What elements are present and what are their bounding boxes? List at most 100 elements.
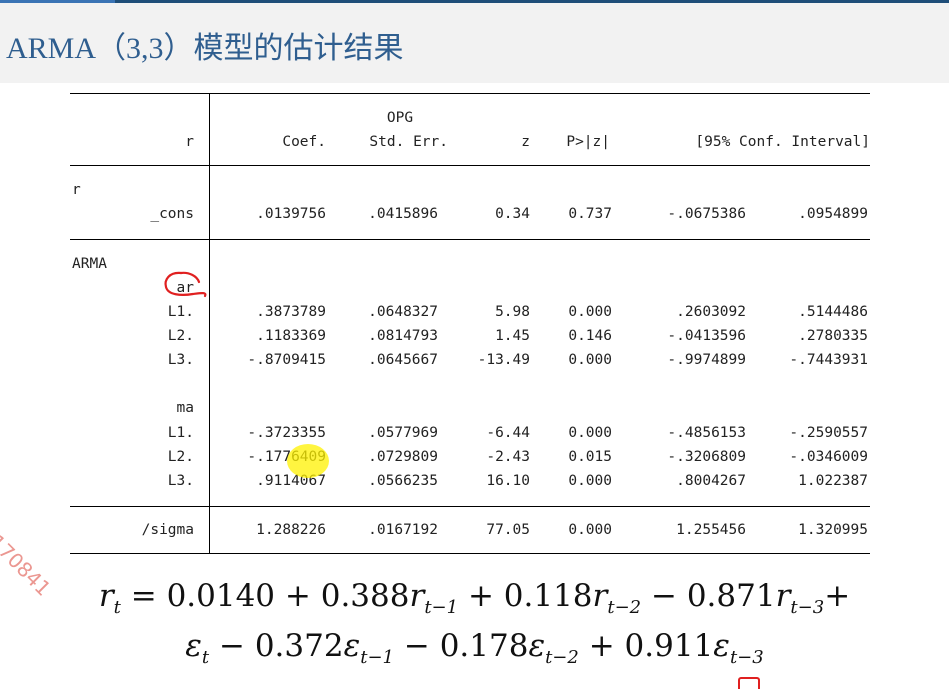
header-rule — [70, 165, 870, 166]
equation-line-2: εt − 0.372εt−1 − 0.178εt−2 + 0.911εt−3 — [185, 628, 764, 668]
eq-var: r — [775, 578, 791, 614]
std-err-value: .0566235 — [368, 473, 438, 489]
eq-ma1-coef: 0.372 — [254, 628, 344, 664]
z-value: 77.05 — [486, 522, 530, 538]
std-err-value: .0648327 — [368, 304, 438, 320]
eq-sub: t−2 — [607, 597, 642, 618]
ci-high-value: .0954899 — [798, 206, 868, 222]
std-err-value: .0814793 — [368, 328, 438, 344]
std-err-value: .0577969 — [368, 425, 438, 441]
sigma-rule — [70, 506, 870, 507]
eq-sub: t−1 — [424, 597, 459, 618]
ci-low-value: .8004267 — [676, 473, 746, 489]
title-band: ARMA（3,3）模型的估计结果 — [0, 3, 949, 83]
eq-ma2-coef: 0.178 — [439, 628, 529, 664]
eq-ar2-coef: 0.118 — [503, 578, 593, 614]
eq-sub: t−1 — [360, 647, 394, 668]
z-value: 1.45 — [495, 328, 530, 344]
corner-annotation-mark — [738, 677, 760, 689]
coef-value: .1183369 — [256, 328, 326, 344]
std-err-value: .0645667 — [368, 352, 438, 368]
group-rule — [70, 239, 870, 240]
ar-circle-annotation — [164, 271, 207, 298]
eq-eps: ε — [185, 628, 202, 664]
eq-ma3-coef: 0.911 — [624, 628, 714, 664]
ci-low-value: -.0675386 — [667, 206, 746, 222]
eq-ar1-coef: 0.388 — [320, 578, 410, 614]
row-label: L1. — [167, 425, 194, 441]
header-opg: OPG — [386, 110, 414, 126]
highlighter-mark — [287, 444, 329, 478]
eq-sub: t−3 — [729, 647, 764, 668]
ci-high-value: -.7443931 — [789, 352, 868, 368]
ci-high-value: -.2590557 — [789, 425, 868, 441]
coef-value: -.3723355 — [247, 425, 326, 441]
ci-low-value: .2603092 — [676, 304, 746, 320]
eq-lhs-var: r — [98, 578, 114, 614]
p-value: 0.000 — [568, 304, 612, 320]
eq-eps: ε — [343, 628, 361, 664]
p-value: 0.000 — [568, 473, 612, 489]
z-value: -2.43 — [486, 449, 530, 465]
row-label: L3. — [167, 352, 194, 368]
ci-high-value: 1.022387 — [798, 473, 868, 489]
eq-eps: ε — [713, 628, 730, 664]
ci-high-value: 1.320995 — [798, 522, 868, 538]
z-value: -6.44 — [486, 425, 530, 441]
coef-value: 1.288226 — [256, 522, 326, 538]
row-label: _cons — [150, 206, 194, 222]
z-value: 16.10 — [486, 473, 530, 489]
std-err-value: .0415896 — [368, 206, 438, 222]
table-bottom-rule — [70, 553, 870, 554]
coef-value: .3873789 — [256, 304, 326, 320]
p-value: 0.000 — [568, 522, 612, 538]
eq-sub: t−2 — [545, 647, 579, 668]
eq-eps: ε — [528, 628, 546, 664]
eq-var: r — [592, 578, 608, 614]
group-label-r: r — [72, 182, 81, 198]
subgroup-label-ma: ma — [176, 400, 194, 416]
ci-high-value: -.0346009 — [789, 449, 868, 465]
row-label: L3. — [167, 473, 194, 489]
p-value: 0.000 — [568, 425, 612, 441]
ci-low-value: -.0413596 — [667, 328, 746, 344]
row-label: L2. — [167, 449, 194, 465]
ci-high-value: .2780335 — [798, 328, 868, 344]
eq-ar3-coef: 0.871 — [686, 578, 776, 614]
header-dep-var: r — [185, 134, 194, 150]
z-value: -13.49 — [477, 352, 530, 368]
row-label: /sigma — [141, 522, 194, 538]
z-value: 5.98 — [495, 304, 530, 320]
eq-sub: t — [113, 597, 121, 618]
ci-low-value: 1.255456 — [676, 522, 746, 538]
column-divider — [209, 93, 210, 554]
header-z: z — [521, 134, 530, 150]
ci-low-value: -.9974899 — [667, 352, 746, 368]
coef-value: .0139756 — [256, 206, 326, 222]
header-conf-interval: [95% Conf. Interval] — [695, 134, 870, 150]
eq-const: 0.0140 — [166, 578, 276, 614]
p-value: 0.146 — [568, 328, 612, 344]
eq-var: r — [409, 578, 425, 614]
eq-sub: t — [201, 647, 210, 668]
equation-line-1: rt = 0.0140 + 0.388rt−1 + 0.118rt−2 − 0.… — [98, 578, 851, 618]
coef-value: -.8709415 — [247, 352, 326, 368]
header-coef: Coef. — [282, 134, 326, 150]
ci-low-value: -.4856153 — [667, 425, 746, 441]
slide-title: ARMA（3,3）模型的估计结果 — [6, 32, 404, 65]
header-std-err: Std. Err. — [369, 134, 448, 150]
row-label: L1. — [167, 304, 194, 320]
group-label-arma: ARMA — [72, 256, 107, 272]
row-label: L2. — [167, 328, 194, 344]
table-top-rule — [70, 93, 870, 94]
std-err-value: .0729809 — [368, 449, 438, 465]
z-value: 0.34 — [495, 206, 530, 222]
header-p-value: P>|z| — [566, 134, 610, 150]
ci-high-value: .5144486 — [798, 304, 868, 320]
eq-sub: t−3 — [790, 597, 825, 618]
p-value: 0.737 — [568, 206, 612, 222]
ci-low-value: -.3206809 — [667, 449, 746, 465]
p-value: 0.000 — [568, 352, 612, 368]
std-err-value: .0167192 — [368, 522, 438, 538]
p-value: 0.015 — [568, 449, 612, 465]
